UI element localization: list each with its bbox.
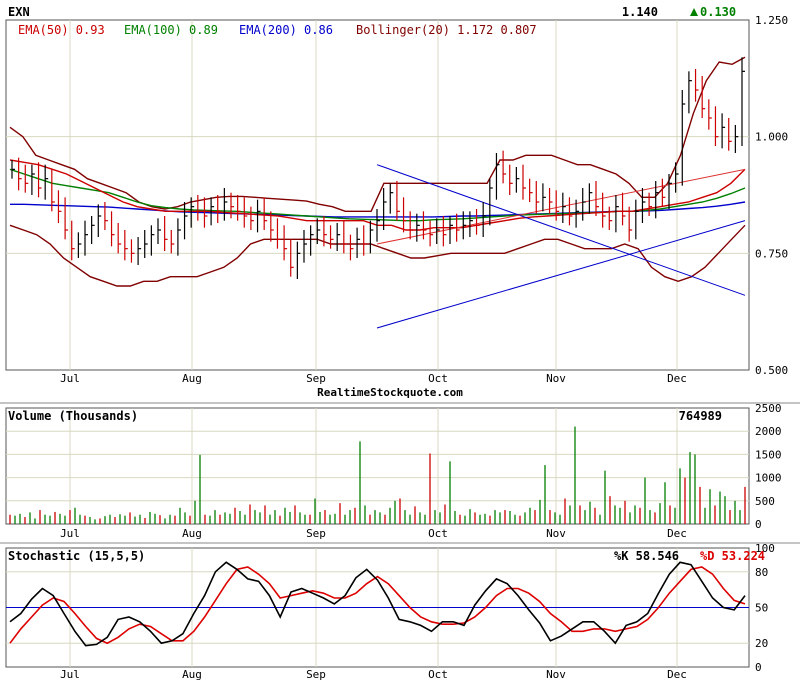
volume-tick-label: 2500: [755, 402, 782, 415]
volume-tick-label: 1500: [755, 448, 782, 461]
month-label: Jul: [60, 527, 80, 540]
volume-tick-label: 0: [755, 518, 762, 531]
legend-entry: Bollinger(20) 1.172 0.807: [356, 23, 537, 37]
month-label: Sep: [306, 372, 326, 385]
month-label: Nov: [546, 372, 566, 385]
volume-tick-label: 2000: [755, 425, 782, 438]
stochastic-tick-label: 20: [755, 637, 768, 650]
stock-chart: 1.250 1.000 0.750 0.500 Jul Jul Jul Aug Aug Aug Se…: [0, 0, 800, 680]
price-tick-label: 0.500: [755, 364, 788, 377]
legend-entry: EMA(200) 0.86: [239, 23, 333, 37]
month-label: Dec: [667, 372, 687, 385]
price-tick-label: 1.000: [755, 131, 788, 144]
legend-entry: EMA(50) 0.93: [18, 23, 105, 37]
price-change: 0.130: [700, 5, 736, 19]
month-label: Dec: [667, 527, 687, 540]
stochastic-k-value: %K 58.546: [614, 549, 679, 563]
month-label: Aug: [182, 668, 202, 680]
month-label: Oct: [428, 372, 448, 385]
month-label: Nov: [546, 527, 566, 540]
month-label: Sep: [306, 668, 326, 680]
price-tick-label: 1.250: [755, 14, 788, 27]
stochastic-tick-label: 80: [755, 566, 768, 579]
month-label: Oct: [428, 668, 448, 680]
legend-entry: EMA(100) 0.89: [124, 23, 218, 37]
ticker-symbol: EXN: [8, 5, 30, 19]
volume-tick-label: 1000: [755, 472, 782, 485]
month-label: Oct: [428, 527, 448, 540]
month-label: Jul: [60, 372, 80, 385]
volume-title: Volume (Thousands): [8, 409, 138, 423]
stochastic-tick-label: 0: [755, 661, 762, 674]
month-label: Nov: [546, 668, 566, 680]
stochastic-title: Stochastic (15,5,5): [8, 549, 145, 563]
stochastic-d-value: %D 53.224: [700, 549, 765, 563]
site-credit: RealtimeStockquote.com: [317, 386, 463, 399]
chart-stage: 1.250 1.000 0.750 0.500 Jul Jul Jul Aug Aug Aug Se…: [0, 0, 800, 680]
volume-tick-label: 500: [755, 495, 775, 508]
price-tick-label: 0.750: [755, 247, 788, 260]
month-label: Dec: [667, 668, 687, 680]
month-label: Aug: [182, 527, 202, 540]
stochastic-tick-label: 50: [755, 602, 768, 615]
volume-panel-frame: [5, 407, 750, 525]
month-label: Jul: [60, 668, 80, 680]
last-price: 1.140: [622, 5, 658, 19]
volume-last-value: 764989: [679, 409, 722, 423]
month-label: Aug: [182, 372, 202, 385]
month-label: Sep: [306, 527, 326, 540]
